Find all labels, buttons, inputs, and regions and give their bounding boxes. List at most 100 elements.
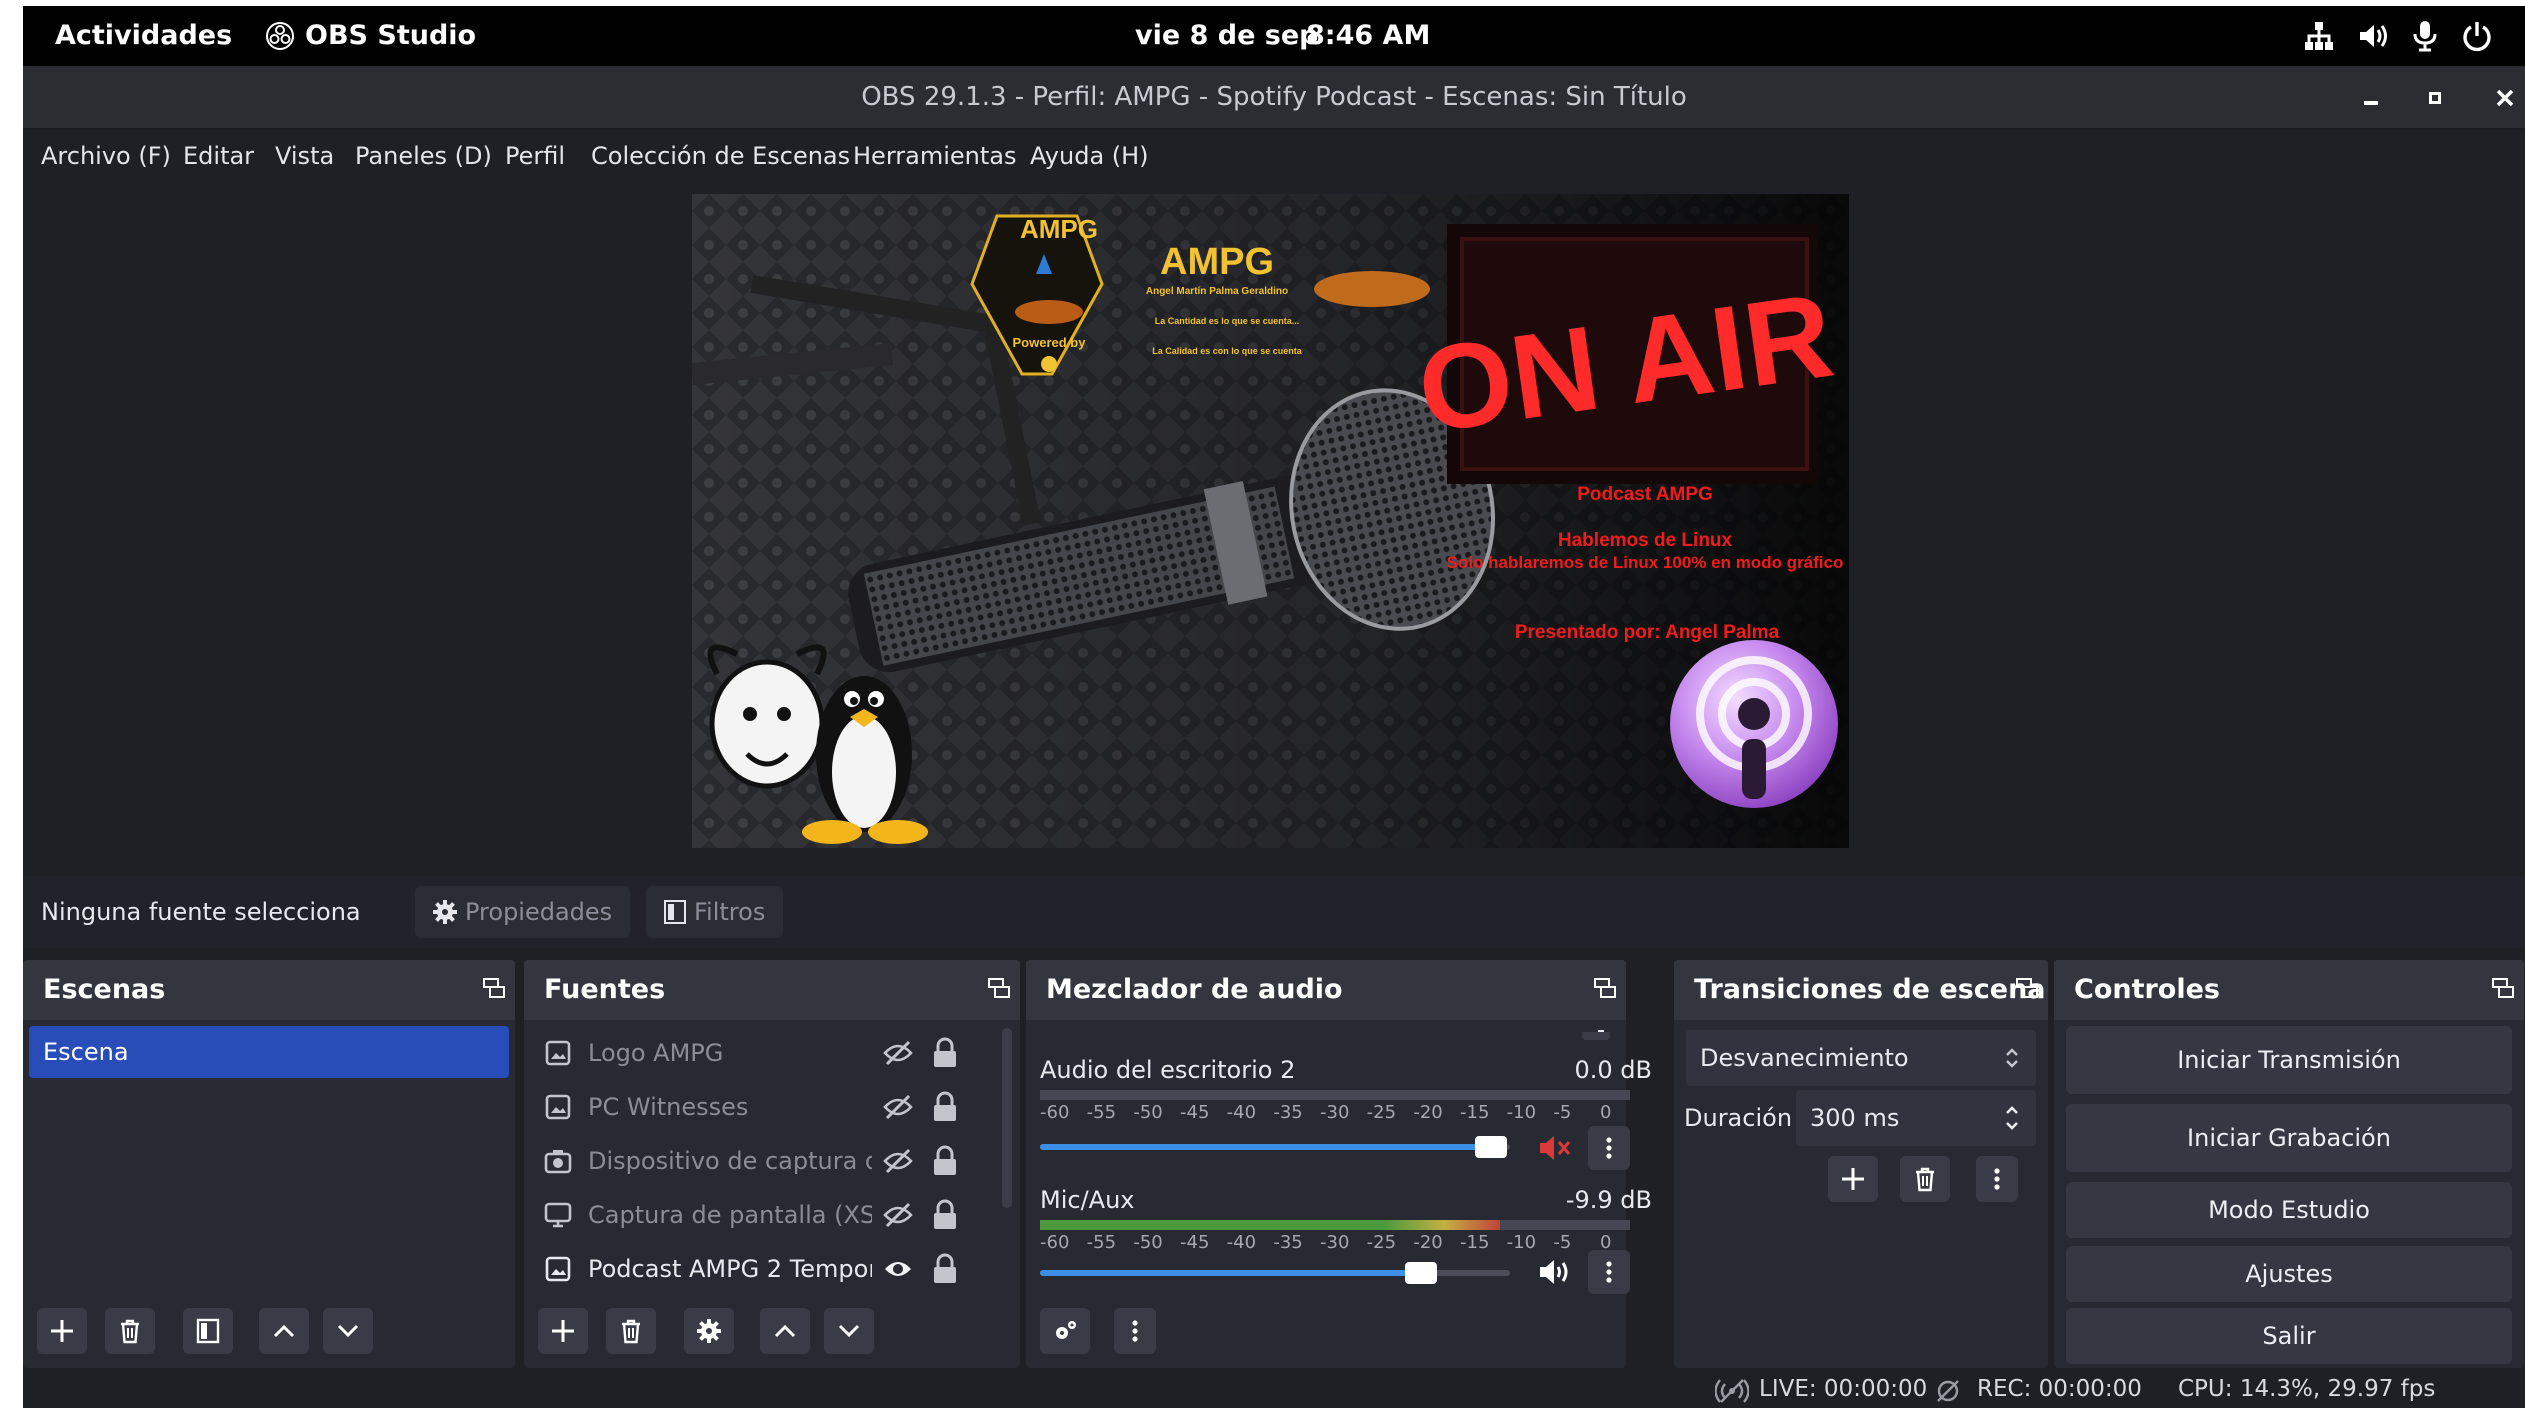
record-off-icon [1937, 1380, 1959, 1402]
undock-icon[interactable] [988, 978, 1010, 1000]
add-transition-button[interactable] [1828, 1156, 1878, 1202]
exit-button[interactable]: Salir [2066, 1308, 2512, 1364]
lock-icon[interactable] [932, 1145, 958, 1177]
podcast-icon [1670, 640, 1838, 808]
kebab-menu-icon [1994, 1168, 2000, 1190]
menu-bar: Archivo (F) Editar Vista Paneles (D) Per… [23, 132, 2525, 184]
undock-icon[interactable] [2016, 978, 2038, 1000]
source-item[interactable]: Podcast AMPG 2 Tempora [544, 1244, 994, 1294]
maximize-button[interactable] [2419, 82, 2451, 114]
close-button[interactable] [2489, 82, 2521, 114]
system-tray[interactable] [2303, 20, 2493, 52]
mute-speaker-icon[interactable] [1538, 1132, 1574, 1164]
volume-slider[interactable] [1040, 1136, 1510, 1158]
scene-item[interactable]: Escena [29, 1026, 509, 1078]
advanced-audio-button[interactable] [1040, 1308, 1090, 1354]
image-icon [545, 1094, 571, 1120]
move-scene-down-button[interactable] [323, 1308, 373, 1354]
meter-tick-label: -10 [1506, 1102, 1537, 1123]
add-source-button[interactable] [538, 1308, 588, 1354]
transitions-dock-header: Transiciones de escena [1674, 960, 2048, 1020]
eye-hidden-icon[interactable] [882, 1091, 914, 1123]
meter-tick-label: -50 [1133, 1232, 1163, 1253]
filters-label: Filtros [694, 898, 766, 926]
source-item[interactable]: PC Witnesses [544, 1082, 994, 1132]
menu-ayuda[interactable]: Ayuda (H) [1030, 142, 1149, 170]
volume-meter [1040, 1090, 1630, 1100]
trash-icon [622, 1319, 640, 1344]
sources-dock-header: Fuentes [524, 960, 1020, 1020]
source-properties-button[interactable] [684, 1308, 734, 1354]
source-item[interactable]: Dispositivo de captura de [544, 1136, 994, 1186]
menu-archivo[interactable]: Archivo (F) [41, 142, 171, 170]
eye-hidden-icon[interactable] [882, 1199, 914, 1231]
eye-hidden-icon[interactable] [882, 1037, 914, 1069]
menu-vista[interactable]: Vista [275, 142, 334, 170]
clock-date[interactable]: vie 8 de sep [1135, 20, 1319, 51]
move-source-up-button[interactable] [760, 1308, 810, 1354]
studio-mode-button[interactable]: Modo Estudio [2066, 1182, 2512, 1238]
window-title: OBS 29.1.3 - Perfil: AMPG - Spotify Podc… [861, 82, 1687, 112]
menu-editar[interactable]: Editar [183, 142, 254, 170]
filters-button[interactable]: Filtros [646, 886, 784, 938]
power-icon [2463, 22, 2491, 52]
add-scene-button[interactable] [37, 1308, 87, 1354]
window-title-bar[interactable]: OBS 29.1.3 - Perfil: AMPG - Spotify Podc… [23, 66, 2525, 130]
minimize-button[interactable] [2355, 82, 2387, 114]
channel-menu-button[interactable] [1588, 1250, 1630, 1294]
app-menu[interactable]: OBS Studio [265, 20, 476, 51]
move-source-down-button[interactable] [824, 1308, 874, 1354]
meter-tick-label: -35 [1273, 1232, 1303, 1253]
eye-hidden-icon[interactable] [882, 1145, 914, 1177]
slider-knob[interactable] [1404, 1262, 1437, 1284]
remove-transition-button[interactable] [1900, 1156, 1950, 1202]
eye-icon[interactable] [882, 1253, 914, 1285]
duration-spinbox[interactable]: 300 ms [1796, 1090, 2036, 1146]
properties-button[interactable]: Propiedades [415, 886, 631, 938]
source-item[interactable]: Logo AMPG [544, 1028, 994, 1078]
menu-herramientas[interactable]: Herramientas [853, 142, 1016, 170]
meter-tick-label: -15 [1460, 1232, 1490, 1253]
program-preview[interactable]: ON AIR AMPG Powered by AMPG Angel Martín… [692, 194, 1849, 848]
properties-label: Propiedades [465, 898, 613, 926]
source-name: PC Witnesses [588, 1093, 749, 1121]
source-name: Podcast AMPG 2 Tempora [588, 1255, 872, 1283]
menu-paneles[interactable]: Paneles (D) [355, 142, 492, 170]
volume-slider[interactable] [1040, 1262, 1510, 1284]
mixer-menu-button[interactable] [1114, 1308, 1156, 1354]
brand-text: AMPG [1160, 241, 1274, 283]
slider-knob[interactable] [1475, 1136, 1508, 1158]
start-recording-button[interactable]: Iniciar Grabación [2066, 1104, 2512, 1172]
scene-filters-button[interactable] [183, 1308, 233, 1354]
lock-icon[interactable] [932, 1037, 958, 1069]
lock-icon[interactable] [932, 1199, 958, 1231]
mixer-channels: Audio del escritorio 2 0.0 dB -60 -55 -50-… [1026, 960, 1652, 1368]
app-name: OBS Studio [305, 20, 477, 51]
lock-icon[interactable] [932, 1253, 958, 1285]
channel-menu-button[interactable] [1588, 1126, 1630, 1170]
sources-scrollbar[interactable] [1002, 1028, 1012, 1208]
menu-perfil[interactable]: Perfil [505, 142, 565, 170]
filter-icon [664, 900, 686, 924]
start-streaming-button[interactable]: Iniciar Transmisión [2066, 1026, 2512, 1094]
undock-icon[interactable] [2492, 978, 2514, 1000]
menu-coleccion-escenas[interactable]: Colección de Escenas [591, 142, 850, 170]
sources-title: Fuentes [544, 974, 666, 1005]
speaker-icon[interactable] [1538, 1256, 1574, 1288]
transition-menu-button[interactable] [1976, 1156, 2018, 1202]
undock-icon[interactable] [483, 978, 505, 1000]
transition-select[interactable]: Desvanecimiento [1686, 1030, 2036, 1086]
source-item[interactable]: Captura de pantalla (XSHI [544, 1190, 994, 1240]
volume-icon [2360, 25, 2387, 47]
duration-label: Duración [1684, 1104, 1793, 1132]
clock-time[interactable]: 8:46 AM [1306, 20, 1430, 51]
activities-button[interactable]: Actividades [55, 20, 232, 51]
channel-name: Audio del escritorio 2 [1040, 1056, 1296, 1084]
remove-source-button[interactable] [606, 1308, 656, 1354]
lock-icon[interactable] [932, 1091, 958, 1123]
spin-arrows-icon[interactable] [2002, 1102, 2022, 1134]
remove-scene-button[interactable] [105, 1308, 155, 1354]
motto-line-1: La Cantidad es lo que se cuenta... [1155, 316, 1300, 326]
move-scene-up-button[interactable] [259, 1308, 309, 1354]
settings-button[interactable]: Ajustes [2066, 1246, 2512, 1302]
